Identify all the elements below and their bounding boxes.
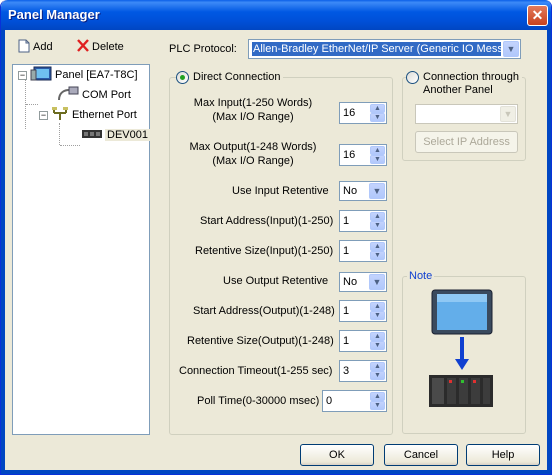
add-button[interactable]: Add	[18, 38, 53, 56]
use-input-retentive-value: No	[343, 185, 358, 197]
chevron-down-icon[interactable]: ▼	[503, 41, 519, 57]
tree-line	[59, 123, 60, 145]
retentive-size-input-label: Retentive Size(Input)(1-250)	[195, 245, 334, 257]
close-button[interactable]: ✕	[527, 5, 548, 26]
spin-down-icon[interactable]: ▼	[370, 401, 385, 410]
another-panel-label: Connection through Another Panel	[423, 71, 520, 96]
direct-connection-radio[interactable]: Direct Connection	[176, 71, 284, 84]
spin-down-icon[interactable]: ▼	[370, 371, 385, 380]
spin-up-icon[interactable]: ▲	[370, 212, 385, 221]
delete-button[interactable]: Delete	[77, 38, 124, 56]
spin-down-icon[interactable]: ▼	[370, 221, 385, 230]
another-panel-select[interactable]: ▼	[415, 104, 518, 124]
window-frame-right	[547, 30, 551, 474]
use-input-retentive-select[interactable]: No ▼	[339, 181, 387, 201]
plc-protocol-select[interactable]: Allen-Bradley EtherNet/IP Server (Generi…	[248, 39, 521, 59]
start-address-input-value: 1	[343, 215, 350, 227]
connection-timeout-value: 3	[343, 365, 350, 377]
collapse-toggle[interactable]: −	[18, 70, 27, 80]
max-output-label: Max Output(1-248 Words) (Max I/O Range)	[189, 141, 317, 167]
tree-item-label: COM Port	[82, 89, 131, 101]
tree-item-label: DEV001	[105, 129, 150, 141]
use-output-retentive-label: Use Output Retentive	[223, 275, 329, 287]
connection-timeout-spinner[interactable]: 3 ▲ ▼	[339, 360, 387, 382]
device-icon	[82, 128, 102, 143]
chevron-down-icon[interactable]: ▼	[369, 183, 385, 199]
poll-time-value: 0	[326, 395, 333, 407]
add-label: Add	[33, 41, 53, 53]
spin-up-icon[interactable]: ▲	[370, 146, 385, 155]
spin-down-icon[interactable]: ▼	[370, 155, 385, 164]
use-output-retentive-select[interactable]: No ▼	[339, 272, 387, 292]
tree-item-label: Panel [EA7-T8C]	[55, 69, 138, 81]
title-bar[interactable]: Panel Manager ✕	[1, 0, 551, 30]
chevron-down-icon[interactable]: ▼	[500, 106, 516, 122]
note-label: Note	[407, 270, 435, 282]
max-input-value: 16	[343, 107, 356, 119]
window-frame-bottom	[1, 470, 551, 474]
direct-connection-label: Direct Connection	[193, 71, 281, 83]
spin-down-icon[interactable]: ▼	[370, 311, 385, 320]
radio-selected-icon	[176, 71, 189, 84]
start-address-input-spinner[interactable]: 1 ▲ ▼	[339, 210, 387, 232]
connection-timeout-label: Connection Timeout(1-255 sec)	[179, 365, 333, 377]
retentive-size-input-spinner[interactable]: 1 ▲ ▼	[339, 240, 387, 262]
plc-protocol-value: Allen-Bradley EtherNet/IP Server (Generi…	[252, 42, 501, 56]
add-document-icon	[18, 39, 30, 56]
cancel-button[interactable]: Cancel	[384, 444, 458, 466]
com-port-icon	[57, 86, 79, 105]
radio-unselected-icon	[406, 71, 419, 84]
retentive-size-input-value: 1	[343, 245, 350, 257]
tree-item-dev001[interactable]: DEV001	[82, 127, 150, 143]
spin-up-icon[interactable]: ▲	[370, 332, 385, 341]
delete-x-icon	[77, 39, 89, 55]
monitor-icon	[30, 66, 52, 85]
collapse-toggle[interactable]: −	[39, 110, 48, 120]
spin-up-icon[interactable]: ▲	[370, 362, 385, 371]
start-address-output-value: 1	[343, 305, 350, 317]
tree-item-com-port[interactable]: COM Port	[57, 86, 131, 105]
max-output-value: 16	[343, 149, 356, 161]
use-output-retentive-value: No	[343, 276, 358, 288]
panel-monitor-icon	[431, 289, 493, 335]
window-title: Panel Manager	[8, 7, 100, 22]
start-address-output-label: Start Address(Output)(1-248)	[193, 305, 335, 317]
spin-up-icon[interactable]: ▲	[370, 302, 385, 311]
plc-protocol-label: PLC Protocol:	[169, 43, 237, 55]
tree-line	[26, 104, 38, 105]
spin-down-icon[interactable]: ▼	[370, 341, 385, 350]
select-ip-address-button[interactable]: Select IP Address	[415, 131, 518, 153]
retentive-size-output-spinner[interactable]: 1 ▲ ▼	[339, 330, 387, 352]
plc-rack-icon	[429, 374, 493, 408]
start-address-output-spinner[interactable]: 1 ▲ ▼	[339, 300, 387, 322]
spin-down-icon[interactable]: ▼	[370, 113, 385, 122]
another-panel-radio[interactable]: Connection through Another Panel	[406, 71, 523, 97]
arrow-down-icon	[455, 337, 469, 371]
max-input-spinner[interactable]: 16 ▲ ▼	[339, 102, 387, 124]
max-input-label: Max Input(1-250 Words) (Max I/O Range)	[193, 97, 313, 123]
window-frame-left	[1, 30, 5, 474]
retentive-size-output-value: 1	[343, 335, 350, 347]
tree-item-label: Ethernet Port	[72, 109, 137, 121]
tree-item-ethernet-port[interactable]: − Ethernet Port	[39, 106, 137, 125]
help-button[interactable]: Help	[466, 444, 540, 466]
start-address-input-label: Start Address(Input)(1-250)	[200, 215, 334, 227]
spin-up-icon[interactable]: ▲	[370, 392, 385, 401]
tree-item-panel[interactable]: − Panel [EA7-T8C]	[18, 66, 138, 85]
panel-tree[interactable]: − Panel [EA7-T8C] COM Port − Ethernet Po…	[12, 64, 150, 435]
panel-manager-window: Panel Manager ✕ Add Delete − Panel [EA7-…	[0, 0, 552, 475]
delete-label: Delete	[92, 41, 124, 53]
spin-down-icon[interactable]: ▼	[370, 251, 385, 260]
poll-time-label: Poll Time(0-30000 msec)	[197, 395, 320, 407]
poll-time-spinner[interactable]: 0 ▲ ▼	[322, 390, 387, 412]
chevron-down-icon[interactable]: ▼	[369, 274, 385, 290]
spin-up-icon[interactable]: ▲	[370, 104, 385, 113]
use-input-retentive-label: Use Input Retentive	[232, 185, 329, 197]
spin-up-icon[interactable]: ▲	[370, 242, 385, 251]
tree-line	[60, 145, 80, 146]
retentive-size-output-label: Retentive Size(Output)(1-248)	[187, 335, 334, 347]
ok-button[interactable]: OK	[300, 444, 374, 466]
max-output-spinner[interactable]: 16 ▲ ▼	[339, 144, 387, 166]
ethernet-port-icon	[51, 106, 69, 125]
